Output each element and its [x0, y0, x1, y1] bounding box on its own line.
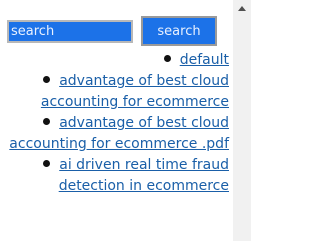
page-frame: search default advantage of best cloud a… — [0, 0, 251, 241]
content-area: search default advantage of best cloud a… — [0, 0, 233, 241]
link-list: default advantage of best cloud accounti… — [0, 50, 229, 197]
bullet-icon — [163, 55, 171, 62]
list-item: advantage of best cloud accounting for e… — [0, 71, 229, 113]
link-advantage-cloud-accounting[interactable]: advantage of best cloud accounting for e… — [41, 73, 229, 110]
bullet-icon — [43, 118, 51, 125]
bullet-icon — [43, 76, 51, 83]
link-default[interactable]: default — [180, 52, 229, 68]
bullet-icon — [43, 160, 51, 167]
search-bar: search — [4, 16, 230, 48]
chevron-up-icon[interactable] — [233, 0, 251, 17]
vertical-scrollbar[interactable] — [233, 0, 251, 241]
scrollbar-track[interactable] — [233, 17, 251, 241]
list-item: advantage of best cloud accounting for e… — [0, 113, 229, 155]
list-item: ai driven real time fraud detection in e… — [0, 155, 229, 197]
search-input[interactable] — [7, 20, 133, 43]
link-ai-fraud-detection[interactable]: ai driven real time fraud detection in e… — [59, 157, 229, 194]
search-button[interactable]: search — [141, 16, 217, 46]
list-item: default — [0, 50, 229, 71]
